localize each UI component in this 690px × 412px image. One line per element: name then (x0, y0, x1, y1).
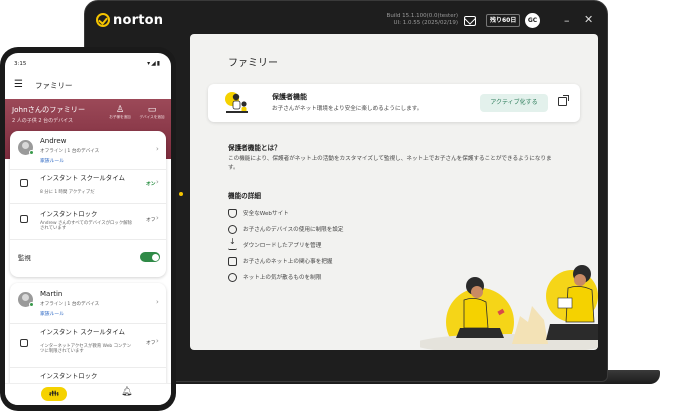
feature-item: ネット上の気が散るものを制限 (228, 272, 321, 282)
instant-lock-state[interactable]: オフ (146, 216, 156, 223)
school-time-icon (20, 179, 28, 187)
what-is-heading: 保護者機能とは？ (228, 144, 281, 152)
status-led (179, 192, 183, 196)
child-card-martin: Martin オフライン | 1 台のデバイス 家族ルール › インスタント ス… (10, 283, 166, 393)
lock-icon (20, 215, 28, 223)
activate-button[interactable]: アクティブ化する (480, 94, 548, 112)
family-scene-illustration (420, 265, 598, 350)
external-link-icon[interactable] (558, 95, 569, 106)
instant-lock-title: インスタントロック (40, 372, 98, 380)
divider (10, 169, 166, 170)
avatar (18, 292, 34, 307)
user-add-icon: ♙ (115, 105, 125, 115)
brand-name: norton (113, 12, 164, 28)
card-subtitle: お子さんがネット環境をより安全に楽しめるようにします。 (272, 106, 423, 112)
chevron-right-icon[interactable]: › (156, 214, 159, 222)
chevron-right-icon[interactable]: › (156, 298, 159, 306)
device-time-icon (228, 224, 237, 234)
trial-badge[interactable]: 残り60日 (486, 14, 521, 27)
divider (10, 323, 166, 324)
school-time-icon (20, 339, 28, 347)
shield-icon (228, 208, 237, 218)
norton-check-icon (96, 13, 110, 27)
family-tab-icon[interactable]: 👪︎ (41, 387, 67, 401)
chevron-right-icon[interactable]: › (156, 145, 159, 153)
parental-control-card: 保護者機能 お子さんがネット環境をより安全に楽しめるようにします。 アクティブ化… (208, 84, 580, 122)
child-name: Andrew (40, 137, 67, 145)
minimize-button[interactable]: – (564, 14, 570, 27)
status-time: 3:15 (14, 61, 27, 67)
build-info: Build 15.1.100(0.0(tester) UI: 1.0.55 (2… (386, 13, 458, 26)
user-avatar[interactable]: GC (525, 13, 540, 28)
phone-screen: 3:15 ▾◢▮ ☰ ファミリー Johnさんのファミリー 2 人の子供 2 台… (5, 53, 171, 405)
page-title: ファミリー (228, 58, 278, 69)
divider (10, 203, 166, 204)
bottom-nav: 👪︎ 🔔︎ (5, 383, 171, 405)
family-illustration-icon (225, 92, 248, 113)
monitor-label: 監視 (18, 254, 31, 262)
school-time-title: インスタント スクールタイム (40, 174, 125, 182)
location-icon (228, 272, 237, 282)
add-device-button[interactable]: ▭ デバイスを追加 (139, 105, 165, 120)
mail-icon[interactable] (464, 16, 476, 26)
family-name: Johnさんのファミリー (12, 105, 86, 114)
school-time-title: インスタント スクールタイム (40, 328, 125, 336)
feature-item: お子さんのネット上の関心事を把握 (228, 256, 333, 266)
card-title: 保護者機能 (272, 93, 307, 101)
school-time-state[interactable]: オフ (146, 339, 156, 346)
details-heading: 機能の詳細 (228, 192, 261, 200)
phone-frame: 3:15 ▾◢▮ ☰ ファミリー Johnさんのファミリー 2 人の子供 2 台… (0, 47, 176, 411)
chevron-right-icon[interactable]: › (156, 337, 159, 345)
child-status: オフライン | 1 台のデバイス (40, 302, 100, 307)
download-icon (228, 237, 237, 250)
school-time-sub: インターネットアクセスが教育 Web コンテンツに制限されています (40, 344, 132, 355)
feature-item: お子さんのデバイスの使用に制限を設定 (228, 224, 344, 234)
norton-logo: norton (96, 11, 163, 29)
app-titlebar: norton Build 15.1.100(0.0(tester) UI: 1.… (86, 6, 606, 34)
close-button[interactable]: ✕ (584, 13, 593, 26)
bell-icon[interactable]: 🔔︎ (121, 387, 132, 397)
feature-item: ダウンロードしたアプリを管理 (228, 237, 321, 250)
device-add-icon: ▭ (147, 105, 157, 115)
what-is-body: この機能により、保護者がネット上の活動をカスタマイズして監視し、ネット上でお子さ… (228, 156, 552, 171)
feature-item: 安全なWebサイト (228, 208, 289, 218)
avatar (18, 140, 34, 155)
family-rules-link[interactable]: 家族ルール (40, 157, 64, 164)
add-child-button[interactable]: ♙ お子様を追加 (107, 105, 133, 120)
app-title: ファミリー (35, 81, 73, 90)
instant-lock-sub: Andrew さんのすべてのデバイスがロック解除されています (40, 221, 132, 232)
status-signal-icon: ▾◢▮ (147, 60, 161, 67)
divider (10, 367, 166, 368)
school-time-sub: 8 分に 1 時間 アクティブだ (40, 190, 95, 195)
family-rules-link[interactable]: 家族ルール (40, 310, 64, 317)
instant-lock-title: インスタントロック (40, 210, 98, 218)
app-main-panel: ファミリー 保護者機能 お子さんがネット環境をより安全に楽しめるようにします。 … (190, 34, 598, 350)
child-card-andrew: Andrew オフライン | 1 台のデバイス 家族ルール › インスタント ス… (10, 131, 166, 277)
monitor-toggle[interactable] (140, 252, 160, 262)
chevron-right-icon[interactable]: › (156, 178, 159, 186)
family-summary: 2 人の子供 2 台のデバイス (12, 118, 73, 124)
search-phone-icon (228, 256, 237, 266)
school-time-state[interactable]: オン (146, 180, 156, 187)
menu-icon[interactable]: ☰ (14, 79, 23, 90)
divider (10, 239, 166, 240)
child-name: Martin (40, 290, 63, 298)
child-status: オフライン | 1 台のデバイス (40, 149, 100, 154)
